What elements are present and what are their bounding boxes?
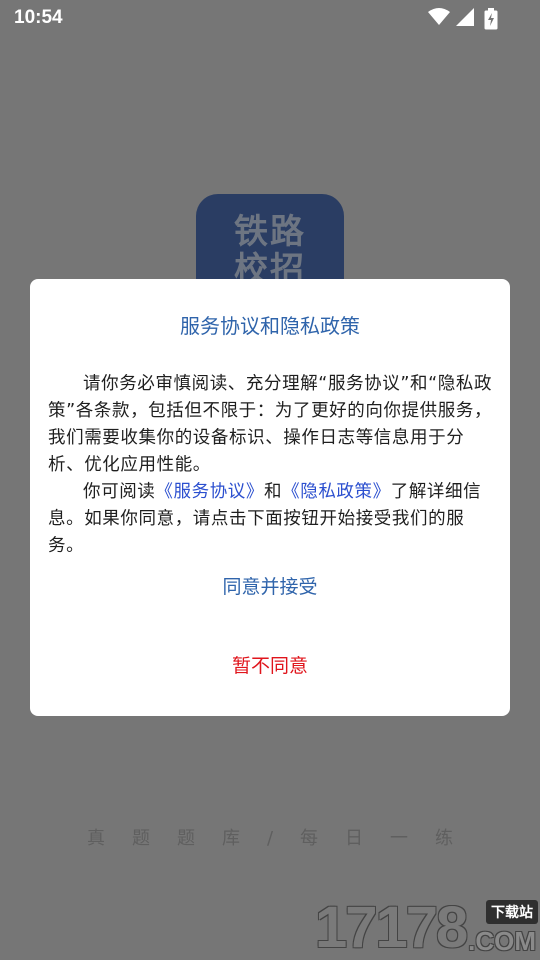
dialog-paragraph-2: 你可阅读《服务协议》和《隐私政策》了解详细信息。如果你同意，请点击下面按钮开始接… (48, 479, 496, 560)
cellular-signal-icon (456, 8, 474, 30)
wifi-icon (428, 8, 450, 30)
battery-charging-icon (484, 8, 498, 34)
paragraph-2-and: 和 (264, 482, 283, 502)
site-watermark: 17178 下载站 .COM (315, 896, 540, 960)
paragraph-2-prefix: 你可阅读 (83, 482, 156, 502)
dialog-body: 请你务必审慎阅读、充分理解“服务协议”和“隐私政策”各条款，包括但不限于：为了更… (48, 371, 496, 560)
decline-button[interactable]: 暂不同意 (30, 653, 510, 679)
privacy-agreement-dialog: 服务协议和隐私政策 请你务必审慎阅读、充分理解“服务协议”和“隐私政策”各条款，… (30, 279, 510, 716)
watermark-digits: 17178 (315, 895, 468, 960)
service-agreement-link[interactable]: 《服务协议》 (155, 482, 264, 502)
watermark-badge: 下载站 (486, 900, 538, 924)
status-bar: 10:54 (0, 0, 540, 36)
dialog-title: 服务协议和隐私政策 (180, 314, 360, 338)
watermark-domain: .COM (468, 926, 536, 956)
agree-button[interactable]: 同意并接受 (30, 574, 510, 600)
status-time: 10:54 (14, 7, 63, 28)
privacy-policy-link[interactable]: 《隐私政策》 (282, 482, 391, 502)
splash-slogan: 真题题库/每日一练 (86, 828, 481, 849)
dialog-paragraph-1: 请你务必审慎阅读、充分理解“服务协议”和“隐私政策”各条款，包括但不限于：为了更… (48, 374, 493, 475)
